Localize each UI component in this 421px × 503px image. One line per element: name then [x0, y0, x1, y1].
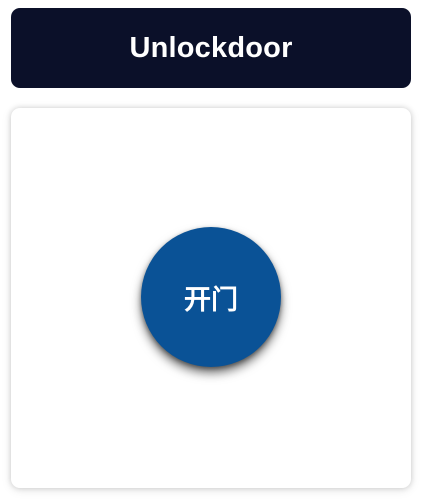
- main-panel: 开门: [11, 108, 411, 488]
- unlock-button-label: 开门: [184, 284, 238, 316]
- unlock-door-button[interactable]: 开门: [141, 227, 281, 367]
- app-header: Unlockdoor: [11, 8, 411, 88]
- page-title: Unlockdoor: [129, 31, 293, 64]
